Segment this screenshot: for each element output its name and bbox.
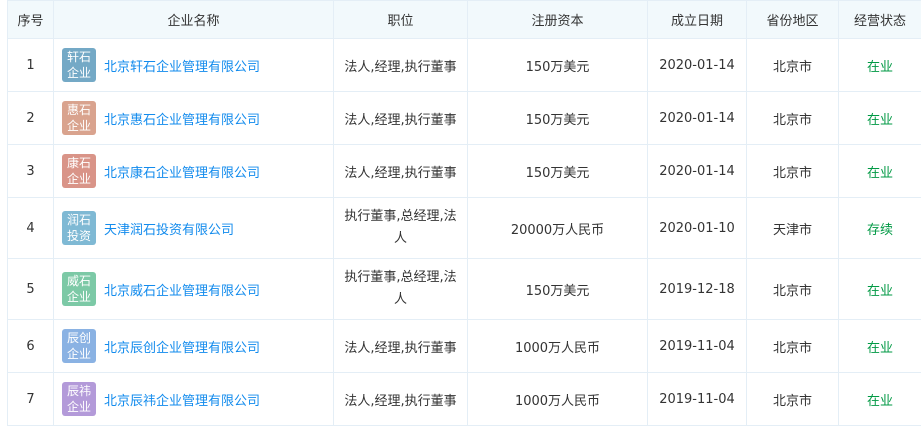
position-line: 人 xyxy=(393,231,407,246)
capital-cell: 150万美元 xyxy=(467,91,648,145)
position-cell: 法人,经理,执行董事 xyxy=(333,38,468,92)
date-cell: 2020-01-14 xyxy=(647,144,747,198)
date-cell: 2019-11-04 xyxy=(647,372,747,426)
position-cell: 法人,经理,执行董事 xyxy=(333,319,468,373)
position-cell: 法人,经理,执行董事 xyxy=(333,372,468,426)
capital-cell: 150万美元 xyxy=(467,258,648,320)
capital-cell: 1000万人民币 xyxy=(467,319,648,373)
company-cell: 康石 企业 北京康石企业管理有限公司 xyxy=(53,144,334,198)
company-cell: 辰创 企业 北京辰创企业管理有限公司 xyxy=(53,319,334,373)
company-logo: 轩石 企业 xyxy=(62,48,96,82)
region-cell: 北京市 xyxy=(746,372,839,426)
company-link[interactable]: 北京辰创企业管理有限公司 xyxy=(104,341,260,356)
company-cell: 威石 企业 北京威石企业管理有限公司 xyxy=(53,258,334,320)
company-cell: 轩石 企业 北京轩石企业管理有限公司 xyxy=(53,38,334,92)
header-founded-date: 成立日期 xyxy=(647,0,747,39)
table-row: 7 辰祎 企业 北京辰祎企业管理有限公司 法人,经理,执行董事 1000万人民币 2… xyxy=(7,372,921,426)
table-header-row: 序号 企业名称 职位 注册资本 成立日期 省份地区 经营状态 xyxy=(7,0,921,39)
position-cell: 执行董事,总经理,法人 xyxy=(333,258,468,320)
date-cell: 2020-01-10 xyxy=(647,197,747,259)
header-index: 序号 xyxy=(7,0,54,39)
capital-cell: 150万美元 xyxy=(467,144,648,198)
header-status: 经营状态 xyxy=(838,0,921,39)
position-line: 人 xyxy=(393,292,407,307)
status-badge: 在业 xyxy=(838,258,921,320)
status-badge: 在业 xyxy=(838,144,921,198)
row-index: 2 xyxy=(7,91,54,145)
date-cell: 2020-01-14 xyxy=(647,91,747,145)
company-logo: 辰祎 企业 xyxy=(62,382,96,416)
company-logo: 润石 投资 xyxy=(62,211,96,245)
position-cell: 法人,经理,执行董事 xyxy=(333,144,468,198)
table-row: 6 辰创 企业 北京辰创企业管理有限公司 法人,经理,执行董事 1000万人民币 2… xyxy=(7,319,921,373)
date-cell: 2019-12-18 xyxy=(647,258,747,320)
company-cell: 惠石 企业 北京惠石企业管理有限公司 xyxy=(53,91,334,145)
company-link[interactable]: 天津润石投资有限公司 xyxy=(104,223,234,238)
status-badge: 在业 xyxy=(838,372,921,426)
company-link[interactable]: 北京康石企业管理有限公司 xyxy=(104,166,260,181)
row-index: 4 xyxy=(7,197,54,259)
status-badge: 在业 xyxy=(838,91,921,145)
company-logo: 惠石 企业 xyxy=(62,101,96,135)
header-registered-capital: 注册资本 xyxy=(467,0,648,39)
region-cell: 北京市 xyxy=(746,38,839,92)
company-logo: 康石 企业 xyxy=(62,154,96,188)
capital-cell: 20000万人民币 xyxy=(467,197,648,259)
status-badge: 在业 xyxy=(838,319,921,373)
header-region: 省份地区 xyxy=(746,0,839,39)
position-line: 执行董事,总经理,法 xyxy=(344,209,457,224)
table-row: 5 威石 企业 北京威石企业管理有限公司 执行董事,总经理,法人 150万美元 20… xyxy=(7,258,921,320)
position-cell: 法人,经理,执行董事 xyxy=(333,91,468,145)
capital-cell: 150万美元 xyxy=(467,38,648,92)
table-row: 2 惠石 企业 北京惠石企业管理有限公司 法人,经理,执行董事 150万美元 202… xyxy=(7,91,921,145)
status-badge: 在业 xyxy=(838,38,921,92)
position-cell: 执行董事,总经理,法人 xyxy=(333,197,468,259)
row-index: 1 xyxy=(7,38,54,92)
company-logo: 辰创 企业 xyxy=(62,329,96,363)
table-row: 3 康石 企业 北京康石企业管理有限公司 法人,经理,执行董事 150万美元 202… xyxy=(7,144,921,198)
row-index: 3 xyxy=(7,144,54,198)
header-position: 职位 xyxy=(333,0,468,39)
table-row: 1 轩石 企业 北京轩石企业管理有限公司 法人,经理,执行董事 150万美元 202… xyxy=(7,38,921,92)
company-logo: 威石 企业 xyxy=(62,272,96,306)
date-cell: 2019-11-04 xyxy=(647,319,747,373)
company-link[interactable]: 北京惠石企业管理有限公司 xyxy=(104,113,260,128)
company-link[interactable]: 北京轩石企业管理有限公司 xyxy=(104,60,260,75)
company-cell: 辰祎 企业 北京辰祎企业管理有限公司 xyxy=(53,372,334,426)
capital-cell: 1000万人民币 xyxy=(467,372,648,426)
company-cell: 润石 投资 天津润石投资有限公司 xyxy=(53,197,334,259)
region-cell: 北京市 xyxy=(746,319,839,373)
header-company-name: 企业名称 xyxy=(53,0,334,39)
row-index: 7 xyxy=(7,372,54,426)
region-cell: 北京市 xyxy=(746,91,839,145)
region-cell: 天津市 xyxy=(746,197,839,259)
company-table: 序号 企业名称 职位 注册资本 成立日期 省份地区 经营状态 1 轩石 企业 北京轩… xyxy=(7,0,921,426)
company-link[interactable]: 北京辰祎企业管理有限公司 xyxy=(104,394,260,409)
row-index: 5 xyxy=(7,258,54,320)
status-badge: 存续 xyxy=(838,197,921,259)
row-index: 6 xyxy=(7,319,54,373)
position-line: 执行董事,总经理,法 xyxy=(344,270,457,285)
date-cell: 2020-01-14 xyxy=(647,38,747,92)
region-cell: 北京市 xyxy=(746,144,839,198)
company-link[interactable]: 北京威石企业管理有限公司 xyxy=(104,284,260,299)
table-row: 4 润石 投资 天津润石投资有限公司 执行董事,总经理,法人 20000万人民币 2… xyxy=(7,197,921,259)
region-cell: 北京市 xyxy=(746,258,839,320)
